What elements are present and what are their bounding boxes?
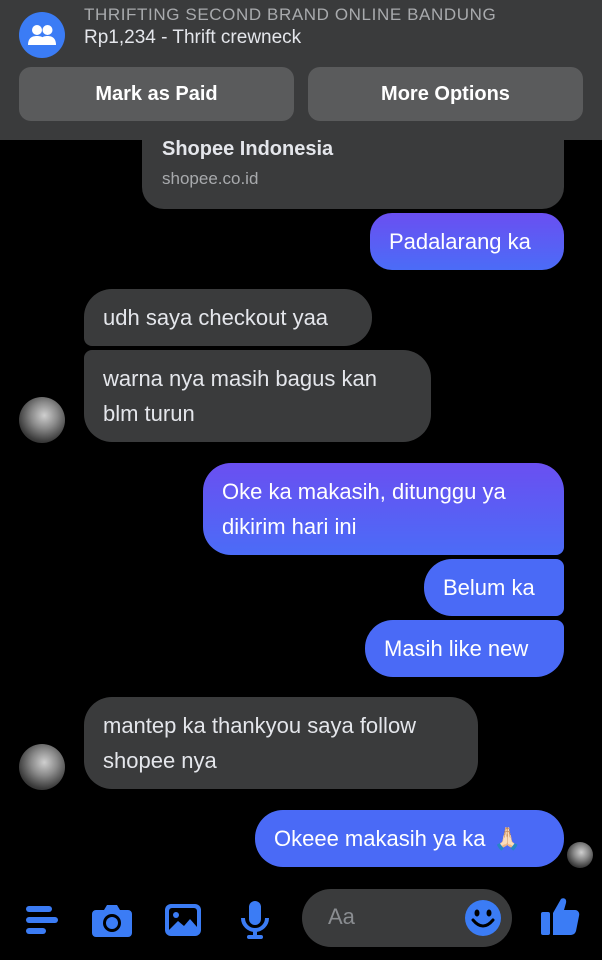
message-bubble-incoming[interactable]: mantep ka thankyou saya follow shopee ny… (84, 697, 478, 789)
message-bubble-outgoing[interactable]: Masih like new (365, 620, 564, 677)
message-bubble-outgoing[interactable]: Belum ka (424, 559, 564, 616)
message-text-line: blm turun (103, 401, 195, 426)
link-preview-url: shopee.co.id (162, 169, 259, 188)
message-text-line: dikirim hari ini (222, 514, 357, 539)
order-banner: THRIFTING SECOND BRAND ONLINE BANDUNG Rp… (0, 0, 602, 140)
message-text-line: shopee nya (103, 748, 217, 773)
contact-avatar[interactable] (19, 744, 65, 790)
message-input-placeholder: Aa (328, 904, 355, 929)
mic-icon[interactable] (233, 898, 277, 942)
message-bubble-outgoing[interactable]: Oke ka makasih, ditunggu ya dikirim hari… (203, 463, 564, 555)
emoji-icon[interactable] (464, 899, 502, 937)
link-preview-title: Shopee Indonesia (162, 138, 334, 160)
message-bubble-incoming[interactable]: warna nya masih bagus kan blm turun (84, 350, 431, 442)
message-text: Belum ka (443, 575, 535, 600)
message-text-line: warna nya masih bagus kan (103, 366, 377, 391)
thumbs-up-icon[interactable] (538, 894, 582, 938)
message-text-line: mantep ka thankyou saya follow (103, 713, 417, 738)
banner-subtitle: Rp1,234 - Thrift crewneck (84, 27, 302, 48)
banner-title: THRIFTING SECOND BRAND ONLINE BANDUNG (84, 5, 497, 24)
message-text: Okeee makasih ya ka (274, 826, 486, 851)
message-text: udh saya checkout yaa (103, 305, 329, 330)
camera-icon[interactable] (90, 898, 134, 942)
more-options-button[interactable]: More Options (308, 67, 583, 121)
menu-icon[interactable] (20, 898, 64, 942)
message-input[interactable]: Aa (302, 889, 512, 947)
photo-icon[interactable] (161, 898, 205, 942)
message-text: Masih like new (384, 636, 529, 661)
message-text-line: Oke ka makasih, ditunggu ya (222, 479, 506, 504)
read-receipt-avatar (567, 842, 593, 868)
message-bubble-incoming[interactable]: udh saya checkout yaa (84, 289, 372, 346)
mark-as-paid-button[interactable]: Mark as Paid (19, 67, 294, 121)
message-text: Padalarang ka (389, 229, 531, 254)
message-bubble-outgoing[interactable]: Okeee makasih ya ka 🙏🏻 (255, 810, 564, 867)
message-bubble-outgoing[interactable]: Padalarang ka (370, 213, 564, 270)
composer-bar: Aa (0, 876, 602, 960)
praying-hands-emoji: 🙏🏻 (493, 826, 521, 851)
group-icon (19, 12, 65, 58)
contact-avatar[interactable] (19, 397, 65, 443)
